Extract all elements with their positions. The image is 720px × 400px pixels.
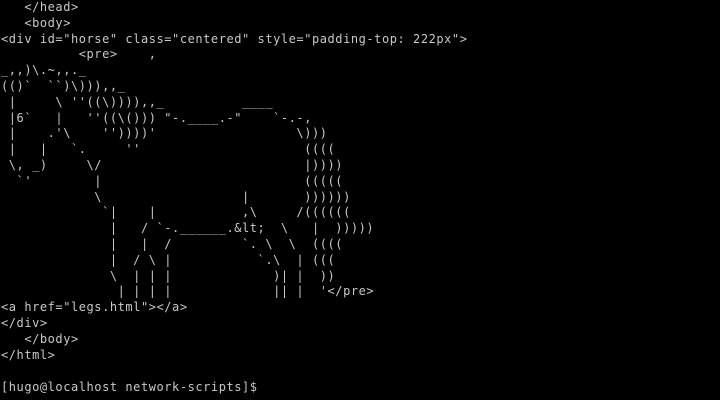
text-cursor <box>265 379 273 393</box>
shell-prompt: [hugo@localhost network-scripts]$ <box>1 380 266 395</box>
output-line: | .'\ ''))))' \))) <box>1 126 328 141</box>
output-line: `' | ((((( <box>1 173 344 188</box>
output-line: `| | ,\ /(((((( <box>1 205 351 220</box>
output-line: _,,)\.~,,._ <box>1 63 87 78</box>
output-line: | | / `. \ \ (((( <box>1 236 344 251</box>
output-line: <body> <box>1 15 71 30</box>
output-line: <pre> , <box>1 47 157 62</box>
output-line: </body> <box>1 331 79 346</box>
output-line: | | `. '' (((( <box>1 142 336 157</box>
output-line: \, _) \/ |)))) <box>1 157 344 172</box>
shell-prompt-line[interactable]: [hugo@localhost network-scripts]$ <box>1 379 720 395</box>
output-line: | | | | || | '</pre> <box>1 284 375 299</box>
output-line: | / \ | `.\ | ((( <box>1 252 336 267</box>
output-line: <a href="legs.html"></a> <box>1 300 188 315</box>
output-line: |6` | ''((\())) "-.____.-" `-.-, <box>1 110 312 125</box>
terminal-window[interactable]: </head> <body> <div id="horse" class="cen… <box>0 0 720 400</box>
output-line: | / `-.______.&lt; \ | ))))) <box>1 221 375 236</box>
output-line: <div id="horse" class="centered" style="… <box>1 31 468 46</box>
output-line: </div> <box>1 315 48 330</box>
output-line: \ | | | )| | )) <box>1 268 336 283</box>
output-line: </html> <box>1 347 56 362</box>
output-line: \ | )))))) <box>1 189 351 204</box>
terminal-output: </head> <body> <div id="horse" class="cen… <box>1 0 720 363</box>
output-line: | \ ''((\)))),,_ ____ <box>1 94 274 109</box>
output-line: </head> <box>1 0 79 14</box>
output-line: (()` ``)\))),,_ <box>1 78 126 93</box>
